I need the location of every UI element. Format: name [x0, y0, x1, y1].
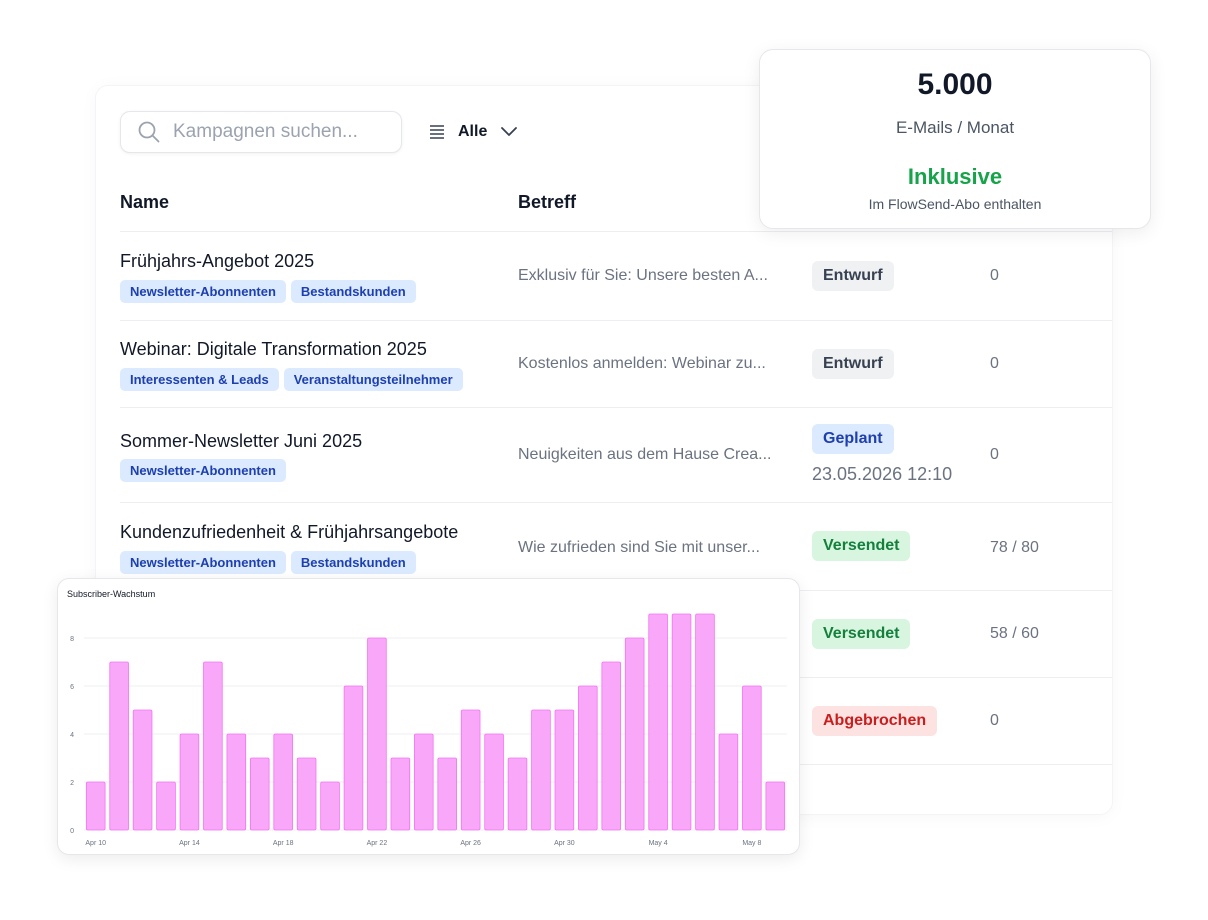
y-tick-label: 8 [70, 636, 74, 643]
x-tick-label: Apr 10 [85, 840, 106, 847]
campaign-title: Frühjahrs-Angebot 2025 [120, 251, 315, 271]
scheduled-date: 23.05.2026 12:10 [812, 464, 953, 484]
campaign-title: Kundenzufriedenheit & Frühjahrsangebote [120, 522, 459, 542]
status-badge: Entwurf [812, 261, 894, 291]
x-tick-label: Apr 14 [179, 840, 200, 847]
chart-bar [156, 781, 176, 831]
chart-bar [460, 709, 481, 831]
search-input[interactable] [173, 121, 393, 143]
pricing-card: 5.000 E-Mails / Monat Inklusive Im FlowS… [759, 49, 1151, 229]
campaign-subject: Neuigkeiten aus dem Hause Crea... [518, 446, 772, 463]
subscriber-growth-chart: 0 2 4 6 8 Apr 10 Apr 14 Apr 18 Apr 22 Apr 26 Apr 3… [70, 613, 787, 847]
table-row[interactable]: Frühjahrs-Angebot 2025 Newsletter-Abonne… [120, 231, 1112, 320]
chart-bar [367, 637, 387, 831]
tag: Interessenten & Leads [120, 368, 279, 391]
status-badge: Geplant [812, 424, 894, 454]
x-tick-label: Apr 30 [554, 840, 575, 847]
filter-label: Alle [458, 123, 488, 140]
included-label: Inklusive [907, 164, 1003, 189]
search-field[interactable] [120, 111, 402, 153]
campaign-subject: Kostenlos anmelden: Webinar zu... [518, 355, 766, 372]
y-tick-label: 6 [70, 684, 74, 691]
table-row[interactable]: Webinar: Digitale Transformation 2025 In… [120, 320, 1112, 407]
column-header-name[interactable]: Name [120, 192, 169, 213]
recipient-count: 78 / 80 [990, 539, 1039, 556]
chart-bar [249, 757, 270, 831]
recipient-count: 0 [990, 267, 999, 284]
email-quota: 5.000 [917, 68, 993, 101]
recipient-count: 0 [990, 355, 999, 372]
filter-dropdown[interactable]: Alle [428, 118, 518, 146]
chart-bar [718, 733, 739, 831]
chart-bar [296, 757, 317, 831]
chart-bar [742, 685, 762, 831]
chart-bar [132, 709, 153, 831]
status-badge: Versendet [812, 531, 911, 561]
tag: Bestandskunden [290, 551, 416, 574]
chart-bar [179, 733, 200, 831]
included-note: Im FlowSend-Abo enthalten [868, 196, 1042, 212]
campaign-subject: Wie zufrieden sind Sie mit unser... [518, 539, 760, 556]
search-icon [138, 121, 160, 143]
chevron-down-icon [501, 127, 518, 136]
chart-bar [765, 781, 786, 831]
chart-bar [484, 733, 504, 831]
chart-bar [85, 781, 106, 831]
chart-bar [390, 757, 411, 831]
x-tick-label: Apr 26 [460, 840, 481, 847]
recipient-count: 58 / 60 [990, 625, 1039, 642]
y-tick-label: 2 [70, 780, 74, 787]
chart-bar [320, 781, 340, 831]
status-badge: Abgebrochen [812, 706, 938, 736]
chart-bar [203, 661, 223, 831]
chart-bar [414, 733, 434, 831]
status-badge: Versendet [812, 619, 911, 649]
x-tick-label: Apr 18 [273, 840, 294, 847]
column-header-subject[interactable]: Betreff [518, 192, 576, 213]
table-row[interactable]: Kundenzufriedenheit & Frühjahrsangebote … [120, 502, 1112, 590]
chart-bar [343, 685, 364, 831]
x-tick-label: May 8 [742, 840, 761, 847]
tag: Bestandskunden [290, 280, 416, 303]
y-tick-label: 4 [70, 732, 74, 739]
chart-bar [671, 613, 692, 831]
campaign-subject: Exklusiv für Sie: Unsere besten A... [518, 267, 768, 284]
chart-bar [648, 613, 668, 831]
chart-bar [695, 613, 715, 831]
tag: Newsletter-Abonnenten [120, 459, 286, 482]
recipient-count: 0 [990, 712, 999, 729]
x-tick-label: Apr 22 [367, 840, 388, 847]
recipient-count: 0 [990, 446, 999, 463]
x-tick-label: May 4 [649, 840, 668, 847]
email-quota-unit: E-Mails / Monat [895, 118, 1015, 137]
campaign-title: Webinar: Digitale Transformation 2025 [120, 339, 427, 359]
table-row[interactable]: Sommer-Newsletter Juni 2025 Newsletter-A… [120, 407, 1112, 502]
chart-bar [226, 733, 247, 831]
y-tick-label: 0 [70, 828, 74, 835]
tag: Newsletter-Abonnenten [120, 280, 286, 303]
list-icon [430, 125, 444, 139]
campaign-title: Sommer-Newsletter Juni 2025 [120, 431, 363, 451]
tag: Veranstaltungsteilnehmer [283, 368, 463, 391]
chart-bar [624, 637, 645, 831]
subscriber-growth-chart-card: Subscriber-Wachstum 0 2 4 6 8 Apr 10 Apr 14 Apr… [57, 578, 800, 855]
chart-bar [601, 661, 622, 831]
chart-bar [531, 709, 551, 831]
chart-bar [507, 757, 528, 831]
status-badge: Entwurf [812, 349, 894, 379]
chart-bar [554, 709, 575, 831]
chart-bar [578, 685, 598, 831]
chart-bar [109, 661, 129, 831]
chart-bar [437, 757, 457, 831]
tag: Newsletter-Abonnenten [120, 551, 286, 574]
chart-bar [273, 733, 293, 831]
